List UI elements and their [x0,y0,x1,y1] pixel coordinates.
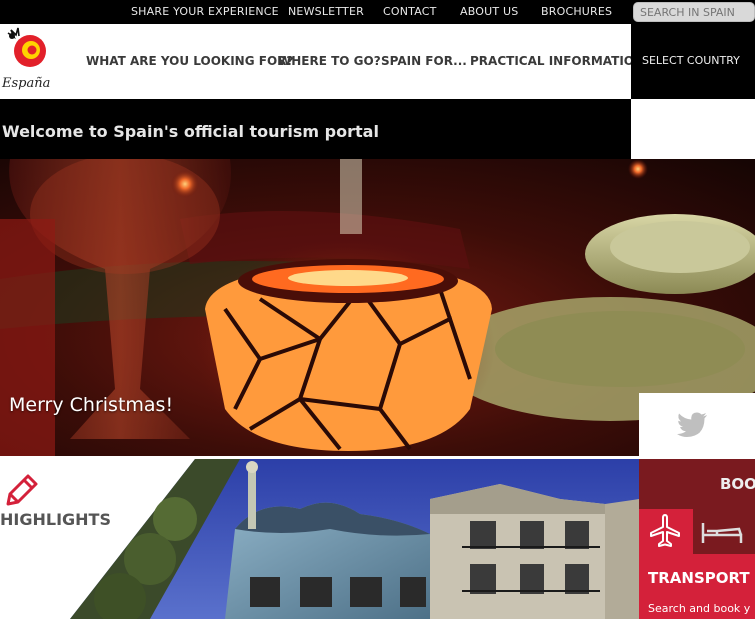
espana-logo[interactable]: España [0,27,64,95]
tab-transport[interactable] [639,509,693,554]
casa-batllo-photo [70,459,639,619]
welcome-heading: Welcome to Spain's official tourism port… [2,122,379,141]
share-experience-link[interactable]: SHARE YOUR EXPERIENCE [131,5,279,18]
bed-icon [701,523,743,543]
pencil-icon [6,474,38,506]
logo-wordmark: España [1,76,50,91]
newsletter-link[interactable]: NEWSLETTER [288,5,364,18]
contact-link[interactable]: CONTACT [383,5,437,18]
brochures-link[interactable]: BROCHURES [541,5,612,18]
transport-title: TRANSPORT [648,569,750,587]
nav-where-to-go[interactable]: WHERE TO GO? [278,54,381,68]
transport-subtitle: Search and book y [648,602,751,615]
plane-icon [650,514,680,547]
select-country-button[interactable]: SELECT COUNTRY [642,54,740,67]
logo-sun-icon [7,27,46,67]
nav-what-looking-for[interactable]: WHAT ARE YOU LOOKING FOR? [86,54,293,68]
nav-practical-information[interactable]: PRACTICAL INFORMATION [470,54,644,68]
booking-title: BOO [720,475,755,493]
search-input[interactable] [633,2,755,22]
nav-spain-for[interactable]: SPAIN FOR... [381,54,467,68]
highlights-title[interactable]: HIGHLIGHTS [0,510,111,529]
about-us-link[interactable]: ABOUT US [460,5,518,18]
hero-caption: Merry Christmas! [9,394,174,416]
twitter-bird-icon[interactable] [676,412,708,438]
page: SHARE YOUR EXPERIENCE NEWSLETTER CONTACT… [0,0,755,619]
highlights-panel[interactable] [0,459,639,619]
tab-accommodation[interactable] [693,509,755,554]
